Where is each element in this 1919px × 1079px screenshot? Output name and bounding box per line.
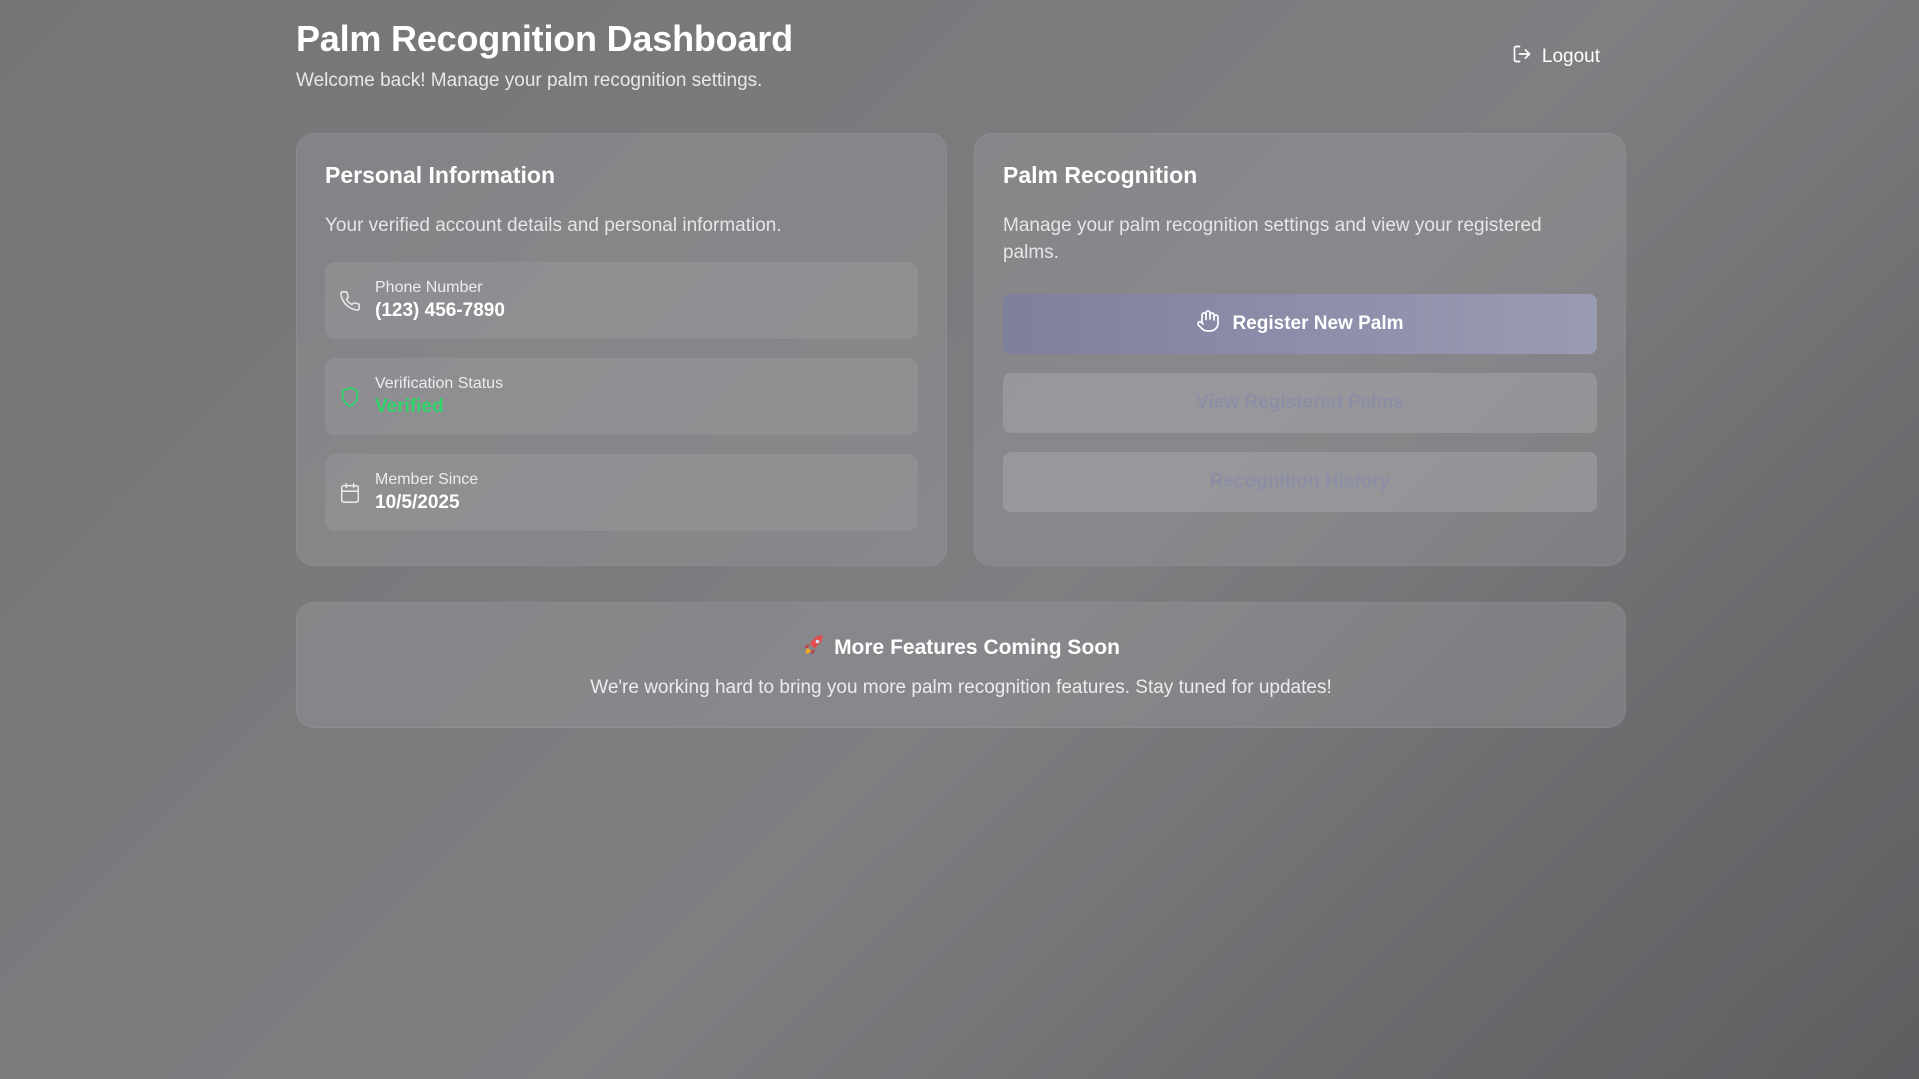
hand-icon [1196,309,1220,339]
info-text-phone: Phone Number (123) 456-7890 [375,278,505,324]
info-item-phone: Phone Number (123) 456-7890 [325,262,918,339]
more-features-card: More Features Coming Soon We're working … [296,602,1626,728]
more-features-heading: More Features Coming Soon [297,633,1625,663]
palm-recognition-card: Palm Recognition Manage your palm recogn… [974,133,1626,566]
phone-number-value: (123) 456-7890 [375,299,505,321]
phone-number-label: Phone Number [375,278,483,296]
personal-information-title: Personal Information [325,162,556,188]
calendar-icon [339,482,361,504]
palm-recognition-title: Palm Recognition [1003,162,1198,188]
personal-information-description: Your verified account details and person… [325,215,782,236]
more-features-title: More Features Coming Soon [834,636,1120,659]
member-since-label: Member Since [375,470,479,488]
info-item-verification: Verification Status Verified [325,358,918,435]
register-new-palm-button[interactable]: Register New Palm [1003,294,1597,354]
palm-recognition-description: Manage your palm recognition settings an… [1003,215,1542,263]
verification-status-value: Verified [375,395,444,417]
info-list: Phone Number (123) 456-7890 Verification… [325,262,918,531]
page-subtitle: Welcome back! Manage your palm recogniti… [296,70,763,91]
page-header: Palm Recognition Dashboard Welcome back!… [296,0,1626,133]
logout-icon [1512,44,1532,70]
more-features-text: We're working hard to bring you more pal… [590,677,1332,698]
logout-label: Logout [1541,46,1600,67]
personal-information-card: Personal Information Your verified accou… [296,133,947,566]
info-item-member-since: Member Since 10/5/2025 [325,454,918,531]
member-since-value: 10/5/2025 [375,491,460,513]
view-registered-palms-button[interactable]: View Registered Palms [1003,373,1597,433]
logout-button[interactable]: Logout [1512,44,1600,70]
register-new-palm-label: Register New Palm [1232,313,1404,334]
cards-row: Personal Information Your verified accou… [296,133,1626,566]
page-title: Palm Recognition Dashboard [296,18,793,59]
recognition-history-button[interactable]: Recognition History [1003,452,1597,512]
rocket-icon [802,633,826,663]
verification-status-label: Verification Status [375,374,504,392]
shield-icon [339,386,361,408]
info-text-verification: Verification Status Verified [375,374,503,420]
info-text-member-since: Member Since 10/5/2025 [375,470,478,516]
dashboard-container: Palm Recognition Dashboard Welcome back!… [296,0,1626,728]
phone-icon [339,290,361,312]
